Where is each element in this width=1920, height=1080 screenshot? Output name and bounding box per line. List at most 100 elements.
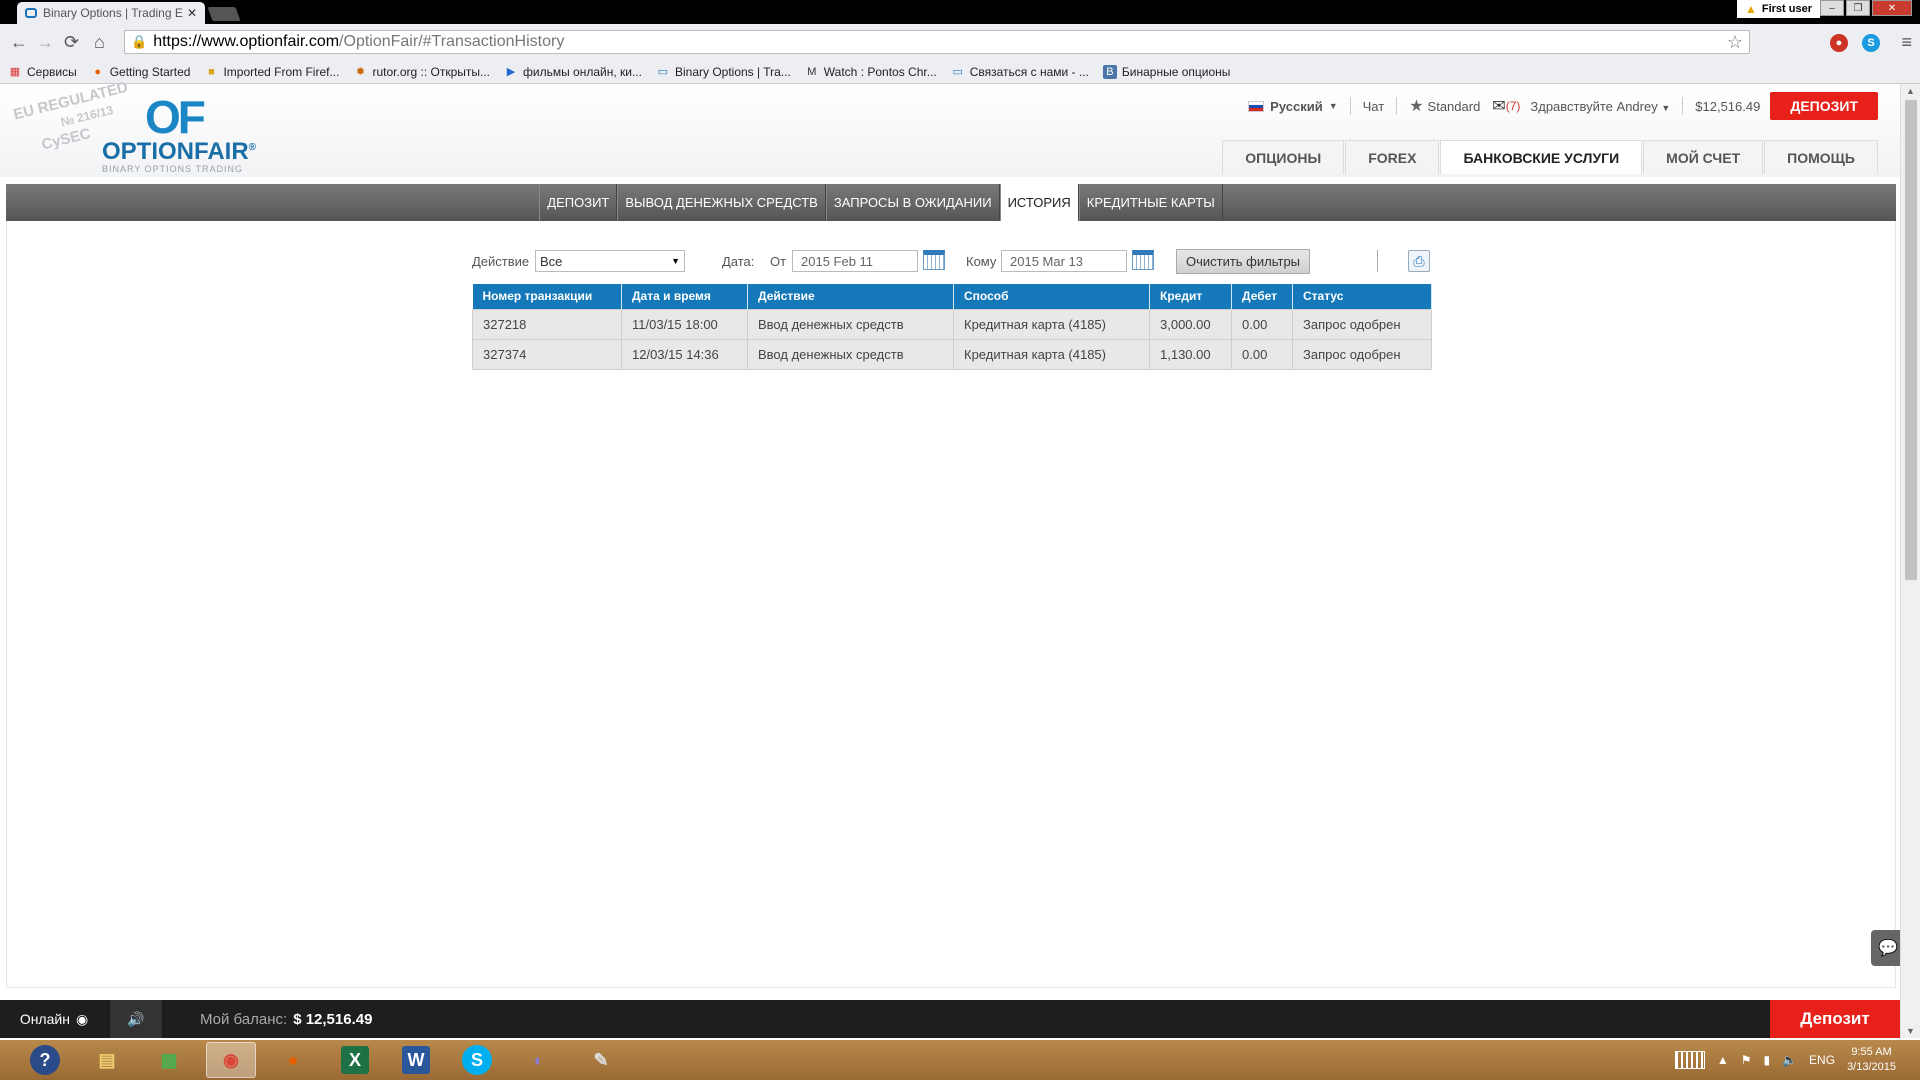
account-topbar: Русский ▼ Чат ★ Standard ✉ (7) Здравству… (1248, 92, 1878, 120)
footer-balance: Мой баланс: $ 12,516.49 (200, 1010, 373, 1028)
lock-icon: 🔒 (131, 34, 148, 49)
bookmark-item[interactable]: ▭ Binary Options | Tra... (656, 65, 791, 79)
minimize-button[interactable]: – (1820, 0, 1844, 16)
bookmarks-bar: ▦ Сервисы ● Getting Started ■ Imported From… (0, 60, 1920, 84)
bookmark-item[interactable]: ▶ фильмы онлайн, ки... (504, 65, 642, 79)
sound-toggle-icon[interactable]: 🔊 (110, 1000, 162, 1038)
main-nav: ОПЦИОНЫ FOREX БАНКОВСКИЕ УСЛУГИ МОЙ СЧЕТ… (1221, 140, 1878, 174)
scroll-up-icon[interactable]: ▲ (1906, 86, 1915, 96)
excel-icon[interactable]: X (341, 1046, 369, 1074)
clock[interactable]: 9:55 AM 3/13/2015 (1847, 1045, 1896, 1075)
deposit-button[interactable]: ДЕПОЗИТ (1770, 92, 1878, 120)
action-filter-select[interactable]: Все ▼ (535, 250, 685, 272)
bookmark-item[interactable]: ▦ Сервисы (8, 65, 77, 79)
clear-filters-button[interactable]: Очистить фильтры (1176, 249, 1310, 274)
url-host: https://www.optionfair.com (153, 33, 340, 50)
bookmark-item[interactable]: ▭ Связаться с нами - ... (951, 65, 1089, 79)
page-scrollbar[interactable]: ▲ ▼ (1900, 84, 1920, 1038)
volume-icon[interactable]: 🔈 (1782, 1053, 1797, 1067)
user-menu[interactable]: Здравствуйте Andrey ▼ (1530, 99, 1670, 114)
print-icon[interactable]: ⎙ (1408, 250, 1430, 272)
header-balance: $12,516.49 (1695, 98, 1761, 114)
bookmark-item[interactable]: B Бинарные опционы (1102, 64, 1230, 79)
column-header[interactable]: Номер транзакции (472, 284, 622, 309)
keyboard-icon[interactable] (1674, 1051, 1705, 1069)
flag-icon[interactable]: ⚑ (1741, 1053, 1752, 1067)
mail-icon[interactable]: ✉ (1492, 96, 1505, 116)
nav-options[interactable]: ОПЦИОНЫ (1222, 140, 1345, 174)
table-cell: 3,000.00 (1149, 308, 1232, 340)
from-label: От (770, 253, 787, 269)
extension-icon[interactable]: ● (1830, 34, 1848, 52)
subnav-pending-requests[interactable]: ЗАПРОСЫ В ОЖИДАНИИ (825, 184, 1000, 221)
network-icon[interactable]: ▮ (1763, 1053, 1770, 1067)
maximize-button[interactable]: ❐ (1846, 0, 1870, 16)
apps-icon: ▦ (9, 66, 21, 78)
home-icon[interactable]: ⌂ (94, 32, 105, 53)
logo-brand: OPTIONFAIR® (102, 138, 257, 165)
column-header[interactable]: Действие (747, 284, 954, 309)
calendar-icon[interactable] (1132, 250, 1154, 270)
reload-icon[interactable]: ⟳ (64, 32, 79, 53)
subnav-deposit[interactable]: ДЕПОЗИТ (539, 184, 618, 221)
bookmark-item[interactable]: ✹ rutor.org :: Открыты... (353, 65, 490, 79)
browser-icon[interactable]: ◐ (514, 1042, 564, 1078)
close-icon[interactable]: ✕ (187, 6, 197, 20)
nav-help[interactable]: ПОМОЩЬ (1764, 140, 1878, 174)
profile-badge[interactable]: ▲ First user (1736, 0, 1820, 18)
firefox-icon[interactable]: ● (268, 1042, 318, 1078)
nav-banking[interactable]: БАНКОВСКИЕ УСЛУГИ (1440, 140, 1643, 174)
table-cell: Ввод денежных средств (747, 308, 954, 340)
address-bar[interactable]: 🔒 https://www.optionfair.com /OptionFair… (124, 30, 1750, 54)
footer-deposit-button[interactable]: Депозит (1770, 1000, 1900, 1038)
scrollbar-thumb[interactable] (1905, 100, 1917, 580)
menu-icon[interactable]: ≡ (1901, 32, 1912, 53)
bookmark-item[interactable]: ● Getting Started (91, 65, 190, 79)
table-header-row: Номер транзакции Дата и время Действие С… (472, 284, 1432, 309)
skype-icon[interactable]: S (462, 1045, 492, 1075)
action-filter-label: Действие (472, 253, 530, 269)
signal-icon: ◉ (75, 1010, 89, 1027)
star-icon: ★ (1409, 98, 1424, 115)
language-indicator[interactable]: ENG (1809, 1053, 1835, 1067)
mail-count[interactable]: (7) (1506, 99, 1521, 113)
column-header[interactable]: Дата и время (621, 284, 748, 309)
from-date-input[interactable]: 2015 Feb 11 (792, 250, 918, 272)
paint-icon[interactable]: ✎ (576, 1042, 626, 1078)
language-selector[interactable]: Русский ▼ (1248, 99, 1338, 114)
subnav-withdrawal[interactable]: ВЫВОД ДЕНЕЖНЫХ СРЕДСТВ (617, 184, 826, 221)
column-header[interactable]: Статус (1292, 284, 1432, 309)
subnav-credit-cards[interactable]: КРЕДИТНЫЕ КАРТЫ (1078, 184, 1223, 221)
subnav-history[interactable]: ИСТОРИЯ (999, 184, 1079, 221)
table-cell: 0.00 (1231, 308, 1293, 340)
calendar-icon[interactable] (923, 250, 945, 270)
bookmark-item[interactable]: M Watch : Pontos Chr... (805, 65, 937, 79)
close-window-button[interactable]: ✕ (1872, 0, 1912, 16)
explorer-icon[interactable]: ▤ (82, 1042, 132, 1078)
back-arrow-icon[interactable]: ← (10, 32, 28, 53)
forward-arrow-icon[interactable]: → (36, 32, 54, 53)
windows-taskbar: ? ▤ ▦ ◉ ● X W S ◐ ✎ ▲ ⚑ ▮ 🔈 ENG 9:55 AM … (0, 1040, 1920, 1080)
chrome-icon[interactable]: ◉ (206, 1042, 256, 1078)
nav-forex[interactable]: FOREX (1345, 140, 1440, 174)
bookmark-item[interactable]: ■ Imported From Firef... (204, 65, 339, 79)
scroll-down-icon[interactable]: ▼ (1906, 1026, 1915, 1036)
column-header[interactable]: Способ (953, 284, 1150, 309)
optionfair-logo[interactable]: EU REGULATED № 216/13 CySEC OF OPTIONFAI… (12, 79, 290, 174)
star-icon[interactable]: ☆ (1727, 32, 1743, 53)
rutor-icon: ✹ (355, 66, 366, 78)
chat-link[interactable]: Чат (1363, 99, 1385, 114)
skype-extension-icon[interactable]: S (1862, 34, 1880, 52)
column-header[interactable]: Кредит (1149, 284, 1232, 309)
word-icon[interactable]: W (402, 1046, 430, 1074)
help-icon[interactable]: ? (30, 1045, 60, 1075)
system-tray: ▲ ⚑ ▮ 🔈 ENG 9:55 AM 3/13/2015 (1674, 1040, 1896, 1080)
calculator-icon[interactable]: ▦ (144, 1042, 194, 1078)
tray-expand-icon[interactable]: ▲ (1717, 1053, 1729, 1067)
new-tab-button[interactable] (207, 7, 241, 21)
column-header[interactable]: Дебет (1231, 284, 1293, 309)
nav-my-account[interactable]: МОЙ СЧЕТ (1643, 140, 1764, 174)
table-cell: Кредитная карта (4185) (953, 338, 1150, 370)
browser-tab[interactable]: Binary Options | Trading E ✕ (17, 2, 205, 24)
to-date-input[interactable]: 2015 Mar 13 (1001, 250, 1127, 272)
